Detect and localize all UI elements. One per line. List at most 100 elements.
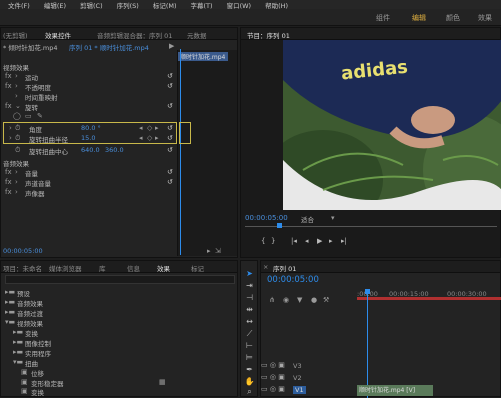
- add-keyframe-icon[interactable]: ◇: [147, 134, 152, 142]
- workspace-color[interactable]: 颜色: [446, 13, 460, 23]
- mark-out-icon[interactable]: }: [271, 237, 275, 245]
- tab-info[interactable]: 信息: [127, 263, 140, 273]
- step-forward-icon[interactable]: ▸: [329, 237, 333, 245]
- wrench-icon[interactable]: ⚒: [323, 296, 329, 304]
- tab-project[interactable]: 项目：未命名: [3, 263, 42, 273]
- header-clip-name[interactable]: * 倾时针加花.mp4: [3, 42, 57, 52]
- fx-icon[interactable]: fx: [5, 168, 12, 176]
- effect-panner-row[interactable]: fx › 声像器: [1, 187, 237, 198]
- filter-icon[interactable]: ▸: [207, 247, 211, 255]
- next-keyframe-icon[interactable]: ▸: [155, 124, 159, 132]
- param-center-row[interactable]: ⏱ 旋转扭曲中心 640.0 360.0 ↺: [1, 145, 237, 156]
- tab-libraries[interactable]: 库: [99, 263, 106, 273]
- mark-in-icon[interactable]: {: [261, 237, 265, 245]
- marker-icon[interactable]: ●: [311, 296, 317, 304]
- param-center-y[interactable]: 360.0: [105, 146, 124, 154]
- tab-program[interactable]: 节目：序列 01: [247, 30, 290, 40]
- reset-icon[interactable]: ↺: [167, 146, 173, 154]
- rectangle-mask-icon[interactable]: ▭: [25, 112, 32, 120]
- snap-icon[interactable]: ⋔: [269, 296, 275, 304]
- add-keyframe-icon[interactable]: ◇: [147, 124, 152, 132]
- prev-keyframe-icon[interactable]: ◂: [139, 124, 143, 132]
- chevron-down-icon[interactable]: ▾: [331, 214, 335, 222]
- reset-icon[interactable]: ↺: [167, 72, 173, 80]
- track-label[interactable]: V2: [293, 374, 302, 382]
- workspace-editing[interactable]: 编辑: [412, 13, 426, 23]
- program-fit-select[interactable]: 适合: [301, 214, 314, 224]
- next-keyframe-icon[interactable]: ▸: [155, 134, 159, 142]
- program-playhead[interactable]: [277, 223, 282, 228]
- zoom-tool-icon[interactable]: ⌕: [244, 387, 255, 397]
- stopwatch-icon[interactable]: ⏱: [15, 124, 20, 133]
- sync-lock-icon[interactable]: ▭: [261, 385, 268, 393]
- eye-icon[interactable]: ◎: [270, 361, 276, 369]
- tab-effect-controls[interactable]: 效果控件: [45, 30, 71, 40]
- reset-icon[interactable]: ↺: [167, 124, 173, 132]
- hand-tool-icon[interactable]: ✋: [244, 377, 255, 387]
- prev-keyframe-icon[interactable]: ◂: [139, 134, 143, 142]
- fx-icon[interactable]: fx: [5, 188, 12, 196]
- workspace-assembly[interactable]: 组件: [376, 13, 390, 23]
- tab-effects[interactable]: 效果: [157, 263, 170, 273]
- play-icon[interactable]: ▶: [317, 237, 322, 245]
- timeline-timecode[interactable]: 00:00:05:00: [267, 275, 319, 285]
- track-label[interactable]: V3: [293, 362, 302, 370]
- lock-icon[interactable]: ▣: [278, 385, 285, 393]
- play-toggle-icon[interactable]: ▶: [169, 42, 174, 50]
- chevron-right-icon[interactable]: ›: [15, 92, 18, 100]
- chevron-right-icon[interactable]: ›: [15, 168, 18, 176]
- go-to-in-icon[interactable]: |◂: [291, 237, 297, 245]
- chevron-right-icon[interactable]: ›: [15, 72, 18, 80]
- fx-icon[interactable]: fx: [5, 178, 12, 186]
- track-select-tool-icon[interactable]: ⇥: [244, 281, 255, 291]
- slide-tool-icon[interactable]: ⊨: [244, 353, 255, 363]
- program-video-frame[interactable]: adidas: [283, 40, 501, 210]
- export-icon[interactable]: ⇲: [215, 247, 221, 255]
- stopwatch-icon[interactable]: ⏱: [15, 134, 20, 143]
- tab-no-clip[interactable]: (无剪辑): [3, 30, 28, 40]
- timeline-clip-v1[interactable]: 顺时针加花.mp4 [V]: [357, 385, 433, 396]
- razor-tool-icon[interactable]: ⟋: [244, 329, 255, 339]
- track-label[interactable]: V1: [293, 386, 306, 394]
- program-timecode[interactable]: 00:00:05:00: [245, 214, 288, 222]
- param-center-x[interactable]: 640.0: [81, 146, 100, 154]
- eye-icon[interactable]: ◎: [270, 385, 276, 393]
- effect-timeline-clip[interactable]: 顺时针加花.mp4: [178, 52, 228, 61]
- rate-stretch-tool-icon[interactable]: ↔: [244, 317, 255, 327]
- close-icon[interactable]: ×: [263, 263, 268, 271]
- timeline-playhead-handle[interactable]: [365, 289, 370, 294]
- add-marker-icon[interactable]: ▼: [297, 296, 302, 304]
- program-scrubber[interactable]: [245, 226, 497, 227]
- chevron-right-icon[interactable]: ›: [9, 124, 12, 132]
- sync-lock-icon[interactable]: ▭: [261, 361, 268, 369]
- reset-icon[interactable]: ↺: [167, 102, 173, 110]
- param-angle-value[interactable]: 80.0 °: [81, 124, 101, 132]
- tab-metadata[interactable]: 元数据: [187, 30, 207, 40]
- ellipse-mask-icon[interactable]: ◯: [13, 112, 21, 120]
- reset-icon[interactable]: ↺: [167, 168, 173, 176]
- reset-icon[interactable]: ↺: [167, 178, 173, 186]
- header-seq-clip[interactable]: 序列 01 * 顺时针加花.mp4: [69, 42, 149, 52]
- chevron-right-icon[interactable]: ›: [15, 178, 18, 186]
- fx-icon[interactable]: fx: [5, 102, 12, 110]
- sync-lock-icon[interactable]: ▭: [261, 373, 268, 381]
- fx-icon[interactable]: fx: [5, 72, 12, 80]
- param-radius-value[interactable]: 15.0: [81, 134, 95, 142]
- effects-search-input[interactable]: [5, 275, 235, 284]
- tab-sequence[interactable]: 序列 01: [273, 263, 296, 273]
- eye-icon[interactable]: ◎: [270, 373, 276, 381]
- ripple-edit-tool-icon[interactable]: ⊣: [244, 293, 255, 303]
- tab-audio-mixer[interactable]: 音频剪辑混合器：序列 01: [97, 30, 172, 40]
- chevron-right-icon[interactable]: ›: [15, 82, 18, 90]
- tab-media-browser[interactable]: 媒体浏览器: [49, 263, 82, 273]
- tab-markers[interactable]: 标记: [191, 263, 204, 273]
- lock-icon[interactable]: ▣: [278, 361, 285, 369]
- fx-icon[interactable]: fx: [5, 82, 12, 90]
- rolling-edit-tool-icon[interactable]: ⇹: [244, 305, 255, 315]
- step-back-icon[interactable]: ◂: [305, 237, 309, 245]
- stopwatch-icon[interactable]: ⏱: [15, 146, 20, 155]
- workspace-effects[interactable]: 效果: [478, 13, 492, 23]
- reset-icon[interactable]: ↺: [167, 82, 173, 90]
- chevron-right-icon[interactable]: ›: [9, 134, 12, 142]
- reset-icon[interactable]: ↺: [167, 134, 173, 142]
